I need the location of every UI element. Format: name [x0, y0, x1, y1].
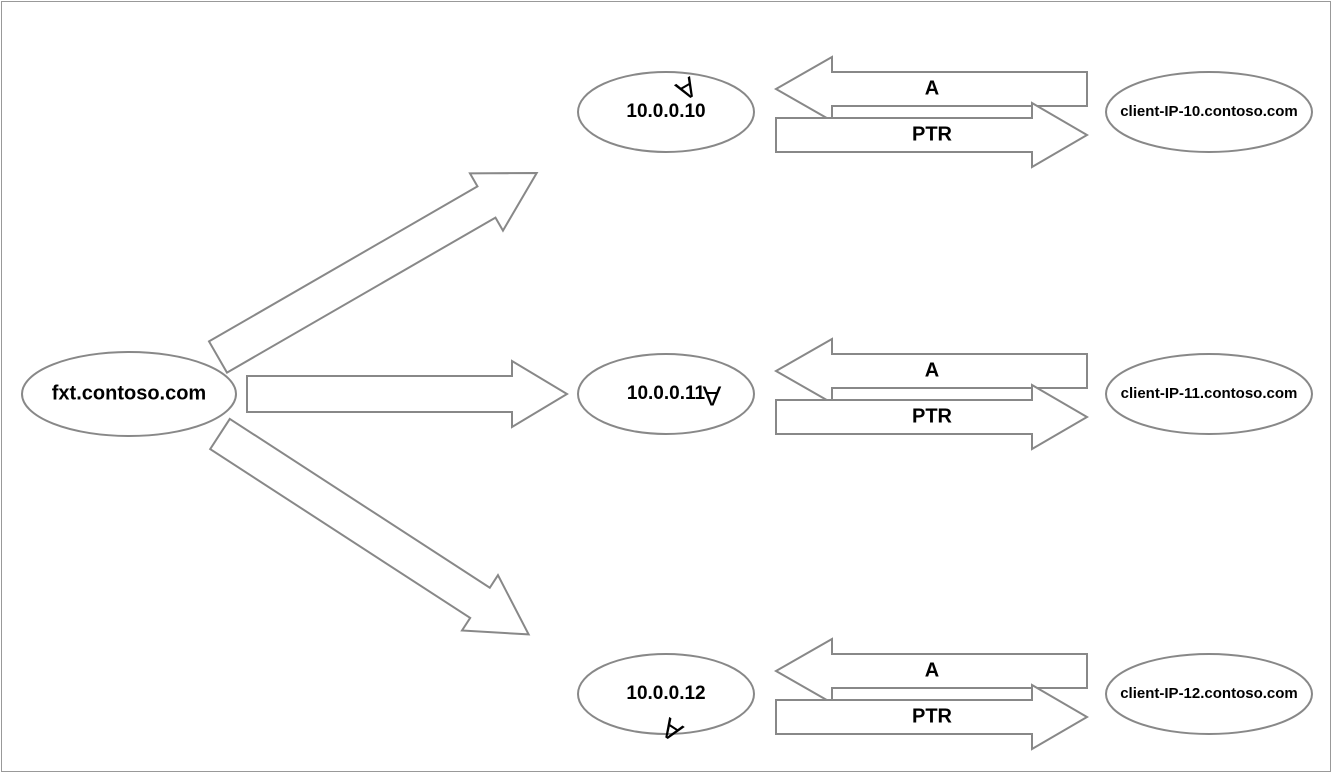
diagram-frame: fxt.contoso.com 10.0.0.10 10.0.0.11 10.0…	[1, 1, 1331, 772]
arrow-source-to-ip-1-label: A	[703, 381, 722, 412]
arrow-ip-to-client-2-label: PTR	[912, 705, 953, 727]
arrow-client-to-ip-1-label: A	[925, 359, 939, 381]
client-node-0-label: client-IP-10.contoso.com	[1120, 103, 1298, 120]
arrow-ip-to-client-0-label: PTR	[912, 123, 953, 145]
ip-node-2-label: 10.0.0.12	[626, 683, 705, 704]
ip-node-0-label: 10.0.0.10	[626, 101, 705, 122]
client-node-2-label: client-IP-12.contoso.com	[1120, 685, 1298, 702]
ip-node-1-label: 10.0.0.11	[627, 383, 706, 404]
arrow-ip-to-client-1-label: PTR	[912, 405, 953, 427]
arrow-client-to-ip-0-label: A	[925, 77, 939, 99]
dns-diagram: fxt.contoso.com 10.0.0.10 10.0.0.11 10.0…	[2, 2, 1332, 773]
client-node-1-label: client-IP-11.contoso.com	[1121, 385, 1298, 402]
arrow-client-to-ip-2-label: A	[925, 659, 939, 681]
source-node-label: fxt.contoso.com	[52, 382, 206, 404]
